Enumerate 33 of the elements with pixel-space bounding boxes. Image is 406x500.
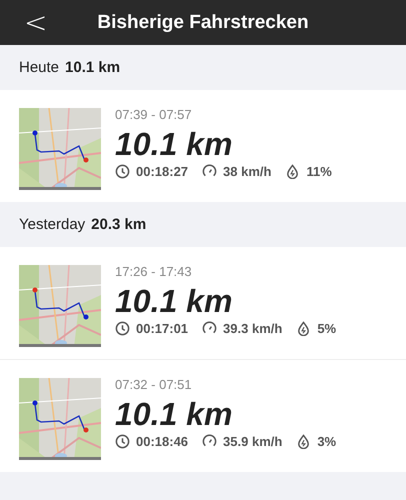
day-total: 10.1 km — [65, 59, 120, 76]
trip-distance: 10.1 km — [115, 396, 234, 432]
trip-distance: 10.1 km — [115, 126, 234, 162]
trip-item[interactable]: 17:26 - 17:43 10.1 km 00:17:01 39.3 km/h 5% — [0, 247, 406, 360]
trip-battery: 11% — [306, 164, 332, 179]
drop-bolt-icon — [296, 434, 312, 449]
gauge-icon — [202, 434, 218, 449]
trip-duration: 00:18:46 — [136, 434, 188, 449]
day-label: Heute — [19, 59, 60, 76]
trip-item[interactable]: 07:32 - 07:51 10.1 km 00:18:46 35.9 km/h 3% — [0, 360, 406, 472]
gauge-icon — [202, 321, 218, 336]
clock-icon — [115, 321, 130, 336]
clock-icon — [115, 434, 130, 449]
back-button[interactable]: < — [20, 6, 52, 39]
trip-time: 07:32 - 07:51 — [115, 377, 193, 392]
gauge-icon — [202, 164, 218, 179]
trip-item[interactable]: 07:39 - 07:57 10.1 km 00:18:27 38 km/h 11% — [0, 90, 406, 202]
day-label: Yesterday — [19, 216, 86, 233]
trip-time: 07:39 - 07:57 — [115, 107, 193, 122]
drop-bolt-icon — [296, 321, 312, 336]
clock-icon — [115, 164, 130, 179]
trip-speed: 35.9 km/h — [223, 434, 282, 449]
trip-time: 17:26 - 17:43 — [115, 264, 193, 279]
trip-duration: 00:18:27 — [136, 164, 188, 179]
trip-duration: 00:17:01 — [136, 321, 188, 336]
trip-battery: 5% — [317, 321, 336, 336]
trip-battery: 3% — [317, 434, 336, 449]
screen-title: Bisherige Fahrstrecken — [97, 12, 309, 34]
trip-distance: 10.1 km — [115, 283, 234, 319]
trip-speed: 38 km/h — [223, 164, 272, 179]
day-total: 20.3 km — [91, 216, 146, 233]
drop-bolt-icon — [285, 164, 300, 179]
trip-speed: 39.3 km/h — [223, 321, 282, 336]
